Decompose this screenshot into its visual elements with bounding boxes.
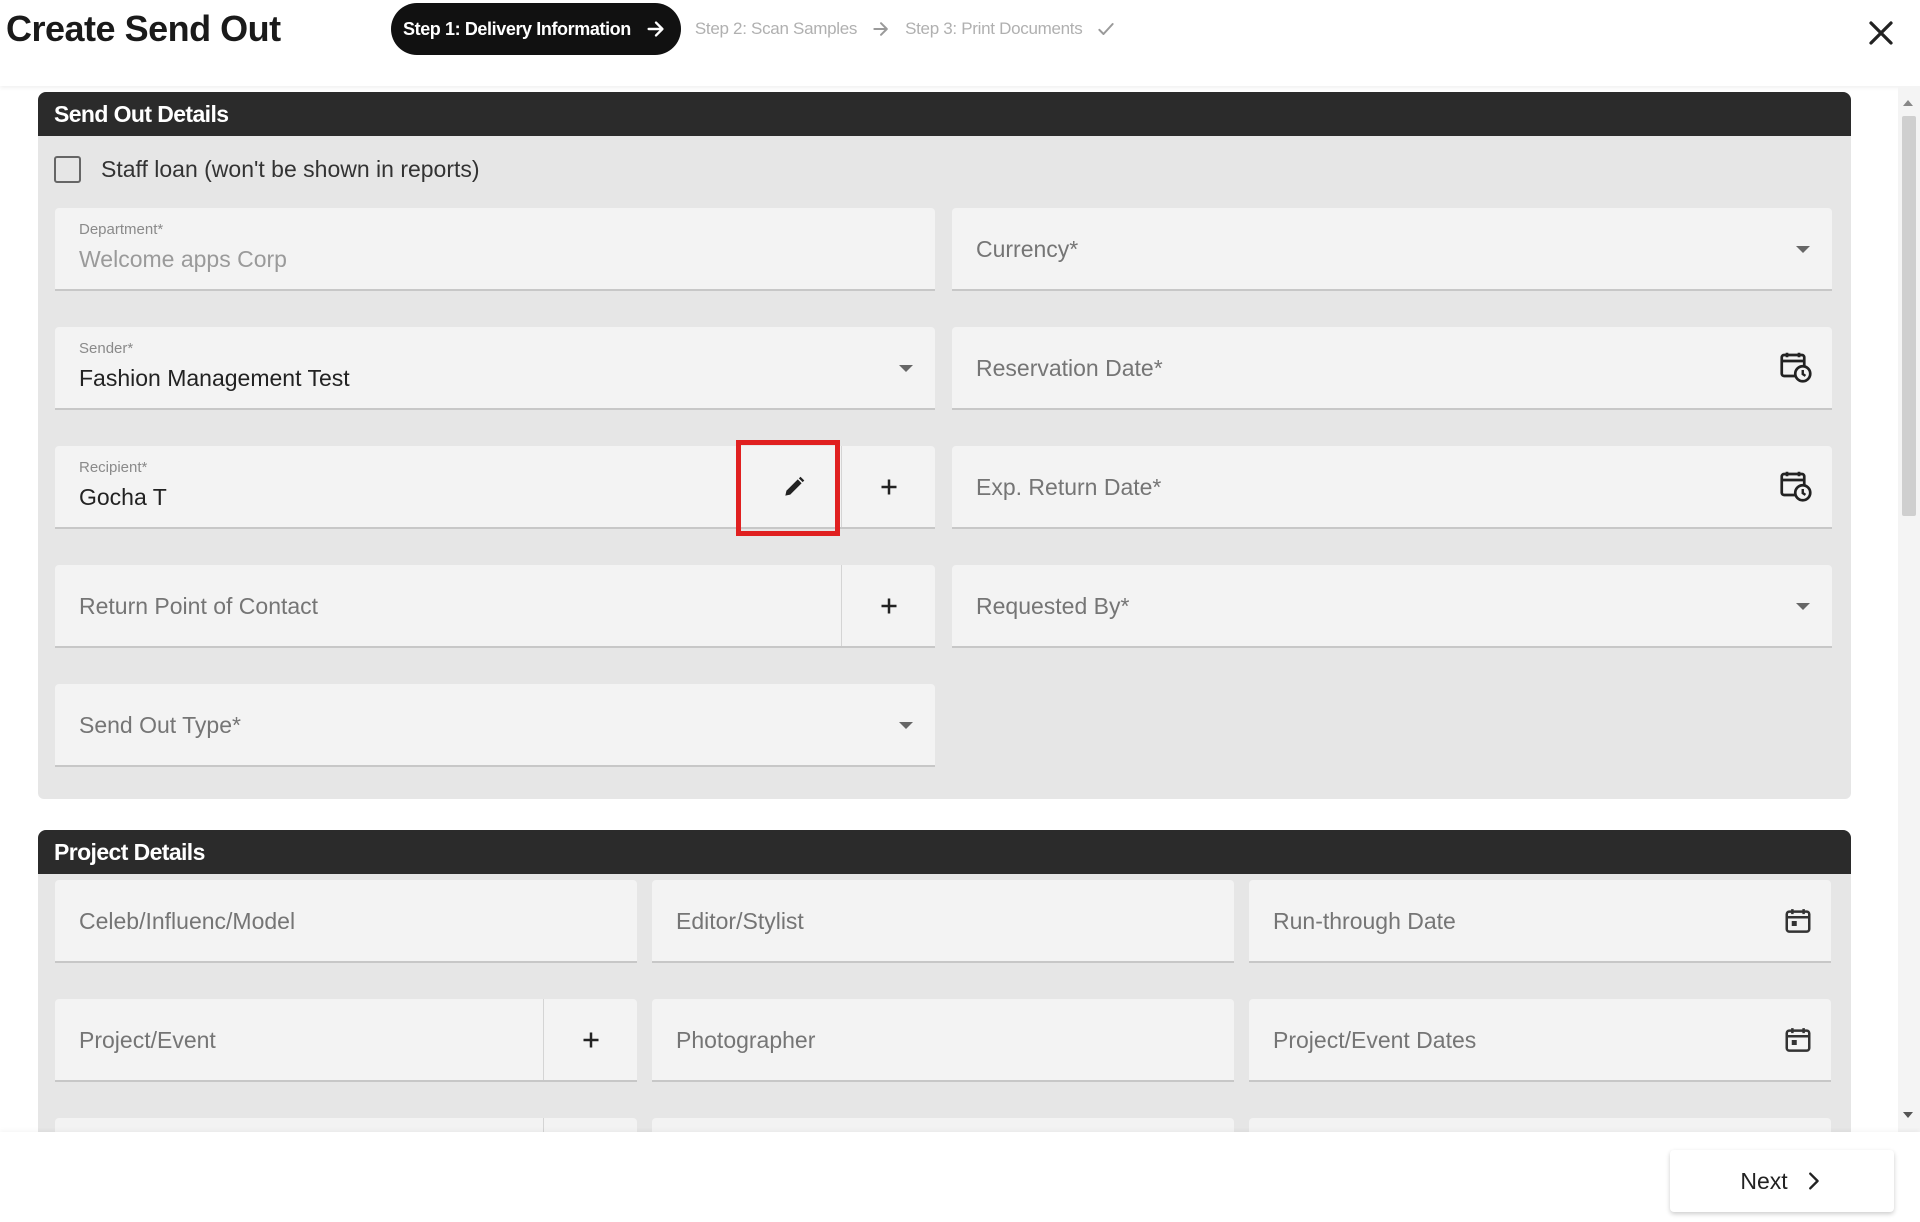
sender-select[interactable]: Sender* Fashion Management Test — [55, 327, 935, 410]
chevron-down-icon — [1796, 603, 1810, 610]
project-details-section: Project Details Celeb/Influenc/Model Edi… — [38, 830, 1851, 1132]
page-title: Create Send Out — [6, 8, 281, 49]
editor-stylist-placeholder: Editor/Stylist — [676, 908, 804, 934]
project-row3-field-1[interactable] — [55, 1118, 637, 1132]
plus-icon — [881, 598, 896, 613]
recipient-value: Gocha T — [79, 484, 167, 510]
step-delivery-information[interactable]: Step 1: Delivery Information — [391, 3, 681, 55]
section-title: Project Details — [38, 830, 1851, 874]
add-recipient-button[interactable] — [841, 446, 935, 527]
send-out-type-placeholder: Send Out Type* — [79, 712, 241, 738]
sender-label: Sender* — [79, 340, 134, 357]
step-label: Step 1: Delivery Information — [403, 18, 631, 39]
department-value: Welcome apps Corp — [79, 246, 287, 272]
send-out-details-section: Send Out Details Staff loan (won't be sh… — [38, 92, 1851, 799]
requested-by-placeholder: Requested By* — [976, 593, 1130, 619]
calendar-clock-icon[interactable] — [1778, 349, 1814, 385]
dialog-footer: Next — [0, 1132, 1920, 1222]
calendar-clock-icon[interactable] — [1778, 468, 1814, 504]
calendar-icon[interactable] — [1783, 1025, 1813, 1055]
pencil-icon — [785, 476, 805, 496]
project-row3-field-3[interactable] — [1249, 1118, 1831, 1132]
close-icon[interactable] — [1866, 18, 1896, 48]
calendar-icon[interactable] — [1783, 906, 1813, 936]
celeb-placeholder: Celeb/Influenc/Model — [79, 908, 296, 934]
stepper: Step 1: Delivery Information Step 2: Sca… — [391, 3, 1116, 55]
arrow-right-icon — [873, 22, 888, 36]
send-out-type-select[interactable]: Send Out Type* — [55, 684, 935, 767]
edit-recipient-button[interactable] — [747, 446, 841, 527]
form-scroll-area[interactable]: Send Out Details Staff loan (won't be sh… — [0, 86, 1920, 1132]
photographer-field[interactable]: Photographer — [652, 999, 1234, 1082]
currency-select[interactable]: Currency* — [952, 208, 1832, 291]
scroll-down-arrow-icon[interactable] — [1903, 1112, 1913, 1118]
step-label: Step 2: Scan Samples — [694, 19, 858, 38]
chevron-down-icon — [899, 365, 913, 372]
recipient-label: Recipient* — [79, 459, 148, 476]
project-row3-field-2[interactable] — [652, 1118, 1234, 1132]
add-return-contact-button[interactable] — [841, 565, 935, 646]
project-event-field[interactable]: Project/Event — [55, 999, 637, 1082]
create-send-out-dialog: Create Send Out Step 1: Delivery Informa… — [0, 0, 1920, 1222]
step-scan-samples[interactable]: Step 2: Scan Samples — [695, 19, 891, 39]
project-event-placeholder: Project/Event — [79, 1027, 216, 1053]
dialog-header: Create Send Out Step 1: Delivery Informa… — [0, 0, 1920, 86]
reservation-date-placeholder: Reservation Date* — [976, 355, 1163, 381]
vertical-scrollbar[interactable] — [1898, 86, 1920, 1132]
currency-placeholder: Currency* — [976, 236, 1079, 262]
run-through-date-field[interactable]: Run-through Date — [1249, 880, 1831, 963]
return-point-of-contact-field[interactable]: Return Point of Contact — [55, 565, 935, 648]
department-field[interactable]: Department* Welcome apps Corp — [55, 208, 935, 291]
step-label: Step 3: Print Documents — [905, 19, 1083, 38]
photographer-placeholder: Photographer — [676, 1027, 816, 1053]
project-event-dates-placeholder: Project/Event Dates — [1273, 1027, 1477, 1053]
chevron-down-icon — [1796, 246, 1810, 253]
next-button[interactable]: Next — [1670, 1150, 1894, 1212]
exp-return-date-field[interactable]: Exp. Return Date* — [952, 446, 1832, 529]
staff-loan-checkbox[interactable] — [54, 156, 81, 183]
plus-icon — [583, 1032, 598, 1047]
run-through-date-placeholder: Run-through Date — [1273, 908, 1456, 934]
add-button[interactable] — [543, 1118, 637, 1132]
chevron-right-icon — [1808, 1172, 1819, 1190]
scroll-up-arrow-icon[interactable] — [1903, 100, 1913, 106]
add-project-event-button[interactable] — [543, 999, 637, 1080]
project-event-dates-field[interactable]: Project/Event Dates — [1249, 999, 1831, 1082]
recipient-field[interactable]: Recipient* Gocha T — [55, 446, 935, 529]
chevron-down-icon — [899, 722, 913, 729]
celeb-influencer-model-field[interactable]: Celeb/Influenc/Model — [55, 880, 637, 963]
next-label: Next — [1740, 1167, 1788, 1194]
editor-stylist-field[interactable]: Editor/Stylist — [652, 880, 1234, 963]
staff-loan-label[interactable]: Staff loan (won't be shown in reports) — [101, 156, 480, 183]
scrollbar-thumb[interactable] — [1902, 116, 1916, 516]
department-label: Department* — [79, 221, 164, 238]
exp-return-date-placeholder: Exp. Return Date* — [976, 474, 1162, 500]
return-point-of-contact-placeholder: Return Point of Contact — [79, 593, 319, 619]
section-title: Send Out Details — [38, 92, 1851, 136]
step-print-documents[interactable]: Step 3: Print Documents — [905, 19, 1116, 39]
reservation-date-field[interactable]: Reservation Date* — [952, 327, 1832, 410]
requested-by-select[interactable]: Requested By* — [952, 565, 1832, 648]
arrow-right-icon — [647, 21, 664, 37]
staff-loan-row: Staff loan (won't be shown in reports) — [54, 156, 480, 183]
check-icon — [1098, 23, 1115, 35]
plus-icon — [881, 479, 896, 494]
sender-value: Fashion Management Test — [79, 365, 350, 391]
